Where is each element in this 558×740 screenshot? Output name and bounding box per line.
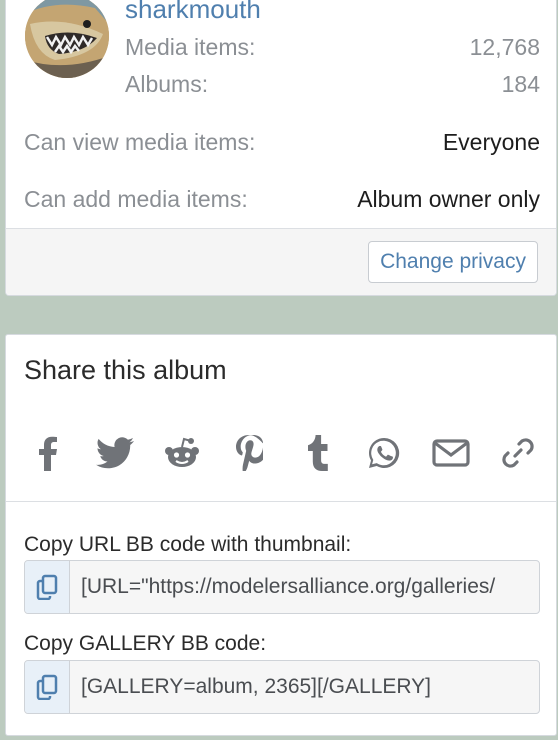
albums-stat: Albums: 184	[125, 69, 540, 99]
stat-label: Media items:	[125, 34, 256, 60]
stat-value: 184	[501, 71, 540, 97]
copy-gallery-field[interactable]: [GALLERY=album, 2365][/GALLERY]	[24, 660, 540, 714]
add-permission-row: Can add media items: Album owner only	[24, 184, 540, 214]
share-title: Share this album	[24, 355, 227, 385]
divider	[6, 501, 556, 502]
privacy-label: Can view media items:	[24, 129, 256, 155]
copy-url-label: Copy URL BB code with thumbnail:	[24, 533, 352, 556]
copy-gallery-label: Copy GALLERY BB code:	[24, 632, 267, 655]
media-items-stat: Media items: 12,768	[125, 32, 540, 62]
stat-value: 12,768	[469, 34, 540, 60]
share-album-card: Share this album Copy URL BB code with t…	[5, 334, 557, 736]
pinterest-icon[interactable]	[229, 433, 269, 473]
copy-url-value[interactable]: [URL="https://modelersalliance.org/galle…	[70, 561, 539, 613]
avatar[interactable]	[25, 0, 109, 78]
shark-avatar-image	[25, 0, 109, 78]
reddit-icon[interactable]	[162, 433, 202, 473]
share-icons-row	[28, 428, 538, 478]
view-permission-row: Can view media items: Everyone	[24, 127, 540, 157]
privacy-value: Album owner only	[357, 186, 540, 212]
change-privacy-button[interactable]: Change privacy	[368, 241, 538, 283]
copy-url-field[interactable]: [URL="https://modelersalliance.org/galle…	[24, 560, 540, 614]
link-icon[interactable]	[498, 433, 538, 473]
copy-button[interactable]	[25, 661, 70, 713]
twitter-icon[interactable]	[95, 433, 135, 473]
tumblr-icon[interactable]	[297, 433, 337, 473]
copy-gallery-value[interactable]: [GALLERY=album, 2365][/GALLERY]	[70, 661, 539, 713]
email-icon[interactable]	[431, 433, 471, 473]
privacy-label: Can add media items:	[24, 186, 248, 212]
album-info-card: sharkmouth Media items: 12,768 Albums: 1…	[5, 0, 557, 296]
copy-icon	[36, 674, 58, 700]
privacy-value: Everyone	[442, 129, 540, 155]
stat-label: Albums:	[125, 71, 209, 97]
whatsapp-icon[interactable]	[364, 433, 404, 473]
copy-button[interactable]	[25, 561, 70, 613]
username-link[interactable]: sharkmouth	[125, 0, 261, 26]
facebook-icon[interactable]	[28, 433, 68, 473]
copy-icon	[36, 574, 58, 600]
